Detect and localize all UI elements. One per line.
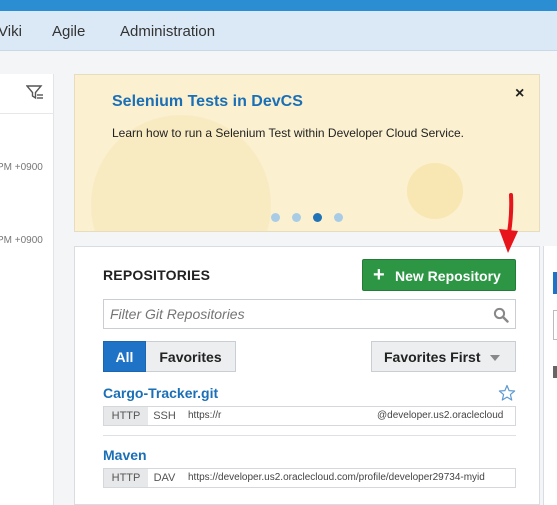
document-icon[interactable] [553, 310, 557, 340]
filter-favorites-button[interactable]: Favorites [146, 341, 236, 372]
filter-all-label: All [115, 349, 134, 365]
carousel-dots [271, 213, 355, 223]
nav-item-administration[interactable]: Administration [120, 23, 215, 40]
carousel-dot-active[interactable] [313, 213, 322, 222]
protocol-dav-tab[interactable]: DAV [148, 469, 181, 487]
protocol-http-tab[interactable]: HTTP [104, 469, 148, 487]
protocol-http-tab[interactable]: HTTP [104, 407, 148, 425]
activity-timestamp: PM +0900 [0, 162, 43, 173]
repositories-heading: REPOSITORIES [103, 267, 211, 283]
repositories-panel: REPOSITORIES + New Repository All Favori… [74, 246, 540, 505]
repository-name-link[interactable]: Cargo-Tracker.git [103, 385, 218, 401]
new-repository-button[interactable]: + New Repository [362, 259, 516, 291]
plus-icon: + [373, 264, 385, 286]
filter-favorites-label: Favorites [159, 349, 222, 365]
activity-timestamp: PM +0900 [0, 235, 43, 246]
carousel-dot[interactable] [271, 213, 280, 222]
sort-dropdown[interactable]: Favorites First [371, 341, 516, 372]
banner-title[interactable]: Selenium Tests in DevCS [112, 93, 303, 111]
repository-filter-input[interactable] [110, 305, 480, 323]
banner-description: Learn how to run a Selenium Test within … [112, 126, 464, 140]
protocol-ssh-tab[interactable]: SSH [148, 407, 181, 425]
nav-item-wiki[interactable]: Viki [0, 23, 22, 40]
carousel-dot[interactable] [292, 213, 301, 222]
list-divider [103, 435, 516, 436]
carousel-dot[interactable] [334, 213, 343, 222]
top-navigation-bar: Viki Agile Administration [0, 11, 557, 51]
clone-url-row: HTTP DAV https://developer.us2.oracleclo… [103, 468, 516, 488]
activity-panel: PM +0900 PM +0900 [0, 74, 54, 505]
clone-url-text[interactable]: https://developer.us2.oraclecloud.com/pr… [188, 472, 485, 483]
right-side-panel-edge [543, 246, 557, 505]
filter-icon[interactable] [26, 84, 44, 102]
repository-filter-box[interactable] [103, 299, 516, 329]
new-repository-label: New Repository [395, 268, 501, 284]
clone-url-host[interactable]: @developer.us2.oraclecloud [377, 410, 503, 421]
close-icon[interactable]: × [515, 85, 524, 103]
filter-all-button[interactable]: All [103, 341, 146, 372]
clone-url-row: HTTP SSH https://r @developer.us2.oracle… [103, 406, 516, 426]
activity-filter-bar [0, 74, 54, 114]
info-banner-carousel: Selenium Tests in DevCS Learn how to run… [74, 74, 540, 232]
nav-item-agile[interactable]: Agile [52, 23, 85, 40]
star-icon[interactable] [498, 384, 516, 402]
banner-circle-illustration [407, 163, 463, 219]
user-icon[interactable] [553, 366, 557, 378]
clone-url-text[interactable]: https://r [188, 410, 221, 421]
list-view-icon[interactable] [553, 272, 557, 294]
repository-name-link[interactable]: Maven [103, 447, 147, 463]
top-accent-strip [0, 0, 557, 11]
sort-dropdown-label: Favorites First [384, 349, 481, 365]
search-icon[interactable] [493, 307, 509, 323]
annotation-arrow-icon [499, 193, 518, 253]
chevron-down-icon [490, 355, 500, 361]
